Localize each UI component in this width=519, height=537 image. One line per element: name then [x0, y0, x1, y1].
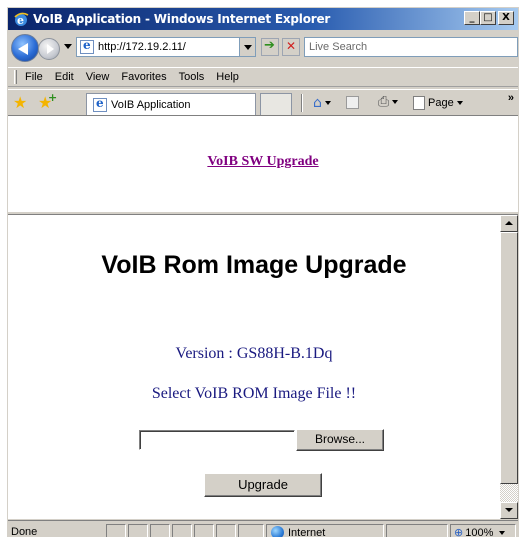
sw-upgrade-link[interactable]: VoIB SW Upgrade: [8, 154, 518, 170]
search-input[interactable]: Live Search: [304, 37, 518, 57]
zone-label: Internet: [288, 526, 326, 537]
browse-button[interactable]: Browse...: [296, 429, 384, 451]
status-cell: [106, 524, 126, 537]
forward-arrow-icon[interactable]: [38, 38, 60, 60]
ie-logo-icon: e: [13, 11, 29, 27]
print-icon[interactable]: ⎙: [378, 94, 399, 110]
window-controls: _ □ X: [464, 11, 514, 25]
vertical-scrollbar[interactable]: [500, 215, 518, 519]
stop-icon[interactable]: [282, 38, 300, 56]
svg-text:e: e: [17, 14, 24, 27]
status-cell: [238, 524, 264, 537]
feeds-icon[interactable]: [346, 96, 359, 109]
status-cell: [128, 524, 148, 537]
top-frame: VoIB SW Upgrade: [8, 115, 518, 211]
zoom-control[interactable]: ⊕ 100%: [450, 524, 516, 537]
menu-help[interactable]: Help: [216, 71, 239, 83]
page-title: VoIB Rom Image Upgrade: [101, 251, 407, 279]
zoom-level: 100%: [465, 526, 494, 537]
page-menu-icon: [413, 96, 425, 110]
select-file-instruction: Select VoIB ROM Image File !!: [151, 385, 357, 402]
zoom-icon: ⊕: [454, 526, 464, 537]
status-bar: Done Internet ⊕ 100%: [8, 520, 518, 537]
chevron-down-icon: [456, 101, 463, 105]
address-dropdown-button[interactable]: [239, 38, 255, 56]
toolbar-grip[interactable]: [14, 70, 17, 84]
scroll-up-button[interactable]: [500, 215, 518, 232]
upgrade-frame: VoIB Rom Image Upgrade Version : GS88H-B…: [8, 215, 500, 519]
tab-page-icon: [93, 96, 107, 112]
globe-icon: [271, 526, 284, 537]
security-zone[interactable]: Internet: [266, 524, 384, 537]
close-button[interactable]: X: [498, 11, 514, 25]
status-cell: [216, 524, 236, 537]
chevron-down-icon[interactable]: [324, 101, 331, 105]
status-cell: [386, 524, 448, 537]
home-icon[interactable]: ⌂: [313, 96, 331, 110]
menu-file[interactable]: File: [25, 71, 43, 83]
back-arrow-icon[interactable]: [11, 34, 39, 62]
browser-window: e VoIB Application - Windows Internet Ex…: [6, 6, 519, 537]
status-cell: [194, 524, 214, 537]
rom-file-input[interactable]: [139, 430, 295, 450]
address-url[interactable]: http://172.19.2.11/: [98, 41, 186, 53]
title-bar[interactable]: e VoIB Application - Windows Internet Ex…: [8, 8, 518, 30]
version-text: Version : GS88H-B.1Dq: [175, 345, 333, 362]
window-title: VoIB Application - Windows Internet Expl…: [33, 12, 331, 26]
go-arrow-icon[interactable]: [261, 38, 279, 56]
navigation-bar: http://172.19.2.11/ Live Search: [8, 31, 518, 65]
tab-voib-application[interactable]: VoIB Application: [86, 93, 256, 115]
maximize-button[interactable]: □: [480, 11, 496, 25]
minimize-button[interactable]: _: [464, 11, 480, 25]
menu-tools[interactable]: Tools: [179, 71, 205, 83]
chevron-down-icon[interactable]: [392, 100, 399, 104]
toolbar-separator: [301, 94, 303, 112]
tab-label: VoIB Application: [111, 98, 191, 111]
upgrade-button[interactable]: Upgrade: [204, 473, 322, 497]
tab-bar: ★ ★ VoIB Application ⌂ ⎙ Page »: [8, 89, 518, 115]
toolbar-overflow-button[interactable]: »: [508, 92, 514, 104]
search-placeholder: Live Search: [309, 41, 368, 53]
menu-favorites[interactable]: Favorites: [121, 71, 166, 83]
scroll-thumb[interactable]: [500, 232, 518, 484]
status-cell: [172, 524, 192, 537]
menu-bar: File Edit View Favorites Tools Help: [8, 67, 518, 87]
favorites-star-icon[interactable]: ★: [13, 94, 31, 112]
address-field[interactable]: http://172.19.2.11/: [76, 37, 256, 57]
page-menu-label: Page: [428, 97, 454, 109]
menu-edit[interactable]: Edit: [55, 71, 74, 83]
recent-pages-dropdown[interactable]: [64, 44, 72, 49]
status-text: Done: [11, 526, 38, 537]
scroll-down-button[interactable]: [500, 502, 518, 519]
page-icon: [80, 38, 94, 54]
page-menu-button[interactable]: Page: [413, 96, 463, 110]
chevron-down-icon[interactable]: [499, 530, 506, 535]
status-cell: [150, 524, 170, 537]
add-favorites-icon[interactable]: ★: [38, 89, 57, 112]
new-tab-button[interactable]: [260, 93, 292, 115]
menu-view[interactable]: View: [86, 71, 110, 83]
